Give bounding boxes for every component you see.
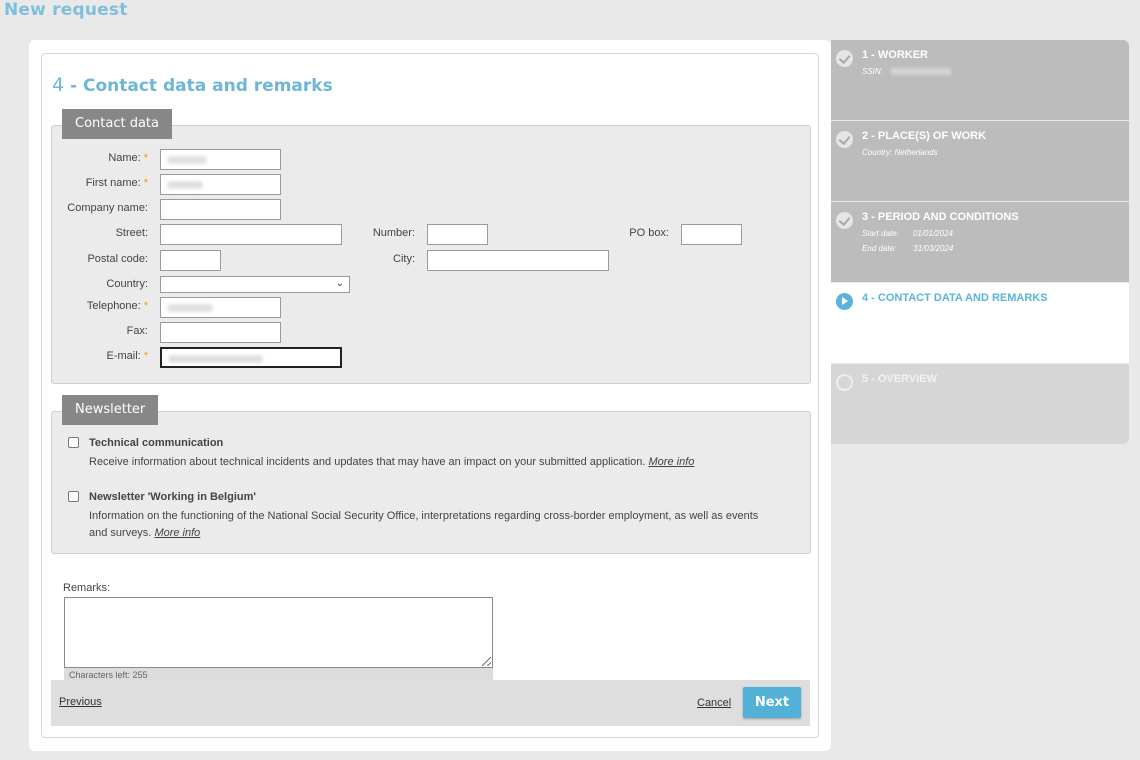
step-contact-data[interactable]: 4 - CONTACT DATA AND REMARKS [831, 283, 1129, 363]
step-worker[interactable]: 1 - WORKER SSIN: [831, 40, 1129, 120]
fax-input[interactable] [160, 322, 281, 343]
blurred-value [167, 304, 213, 312]
step-period-and-conditions[interactable]: 3 - PERIOD AND CONDITIONS Start date: 01/… [831, 202, 1129, 282]
technical-communication-description: Receive information about technical inci… [89, 456, 646, 468]
number-input[interactable] [427, 224, 488, 245]
telephone-label: Telephone: * [52, 300, 148, 312]
blurred-value [167, 156, 207, 164]
step-meta: SSIN: [862, 67, 951, 76]
technical-communication-title: Technical communication [89, 437, 224, 449]
page-title: New request [4, 0, 128, 20]
working-in-belgium-title: Newsletter 'Working in Belgium' [89, 491, 256, 503]
action-bar: Previous Cancel Next [51, 680, 810, 726]
postal-code-input[interactable] [160, 250, 221, 271]
step-title: 5 - OVERVIEW [862, 373, 937, 385]
previous-button[interactable]: Previous [59, 696, 102, 708]
first-name-input[interactable] [160, 174, 281, 195]
name-label-text: Name: [108, 152, 141, 164]
required-marker: * [143, 350, 148, 362]
technical-communication-checkbox[interactable] [68, 437, 79, 448]
street-input[interactable] [160, 224, 342, 245]
required-marker: * [143, 177, 148, 189]
more-info-link[interactable]: More info [649, 456, 695, 468]
resize-grip-icon[interactable] [482, 657, 491, 666]
required-marker: * [143, 152, 148, 164]
blurred-value [167, 181, 203, 189]
empty-circle-icon [836, 374, 853, 391]
main-panel: 4 - Contact data and remarks Contact dat… [29, 40, 831, 751]
company-name-input[interactable] [160, 199, 281, 220]
form-heading-number: 4 [52, 74, 65, 96]
check-icon [836, 212, 853, 229]
start-date-value: 01/01/2024 [912, 229, 953, 238]
end-date-value: 31/03/2024 [913, 244, 954, 253]
blurred-value [168, 355, 263, 363]
ssin-label: SSIN: [862, 67, 883, 76]
country-label: Country: [106, 278, 148, 290]
name-input[interactable] [160, 149, 281, 170]
step-meta-end: End date: 31/03/2024 [862, 244, 953, 253]
chevron-down-icon: ⌄ [335, 278, 344, 289]
fax-label: Fax: [126, 325, 148, 337]
remarks-textarea[interactable] [64, 597, 493, 668]
step-meta-start: Start date: 01/01/2024 [862, 229, 953, 238]
next-button[interactable]: Next [743, 687, 801, 718]
telephone-label-text: Telephone: [86, 300, 141, 312]
newsletter-section: Newsletter Technical communication Recei… [51, 395, 811, 554]
newsletter-tab: Newsletter [62, 395, 159, 425]
remarks-label: Remarks: [63, 582, 111, 594]
contact-data-tab: Contact data [62, 109, 172, 139]
end-date-label: End date: [862, 244, 897, 253]
contact-data-section: Contact data Name: * First name: * Company… [51, 109, 811, 384]
more-info-link[interactable]: More info [154, 527, 200, 539]
step-overview[interactable]: 5 - OVERVIEW [831, 364, 1129, 444]
working-in-belgium-text: Information on the functioning of the Na… [89, 508, 779, 542]
check-icon [836, 131, 853, 148]
city-label: City: [393, 253, 415, 265]
form-heading: 4 - Contact data and remarks [52, 74, 333, 96]
first-name-label-text: First name: [85, 177, 141, 189]
company-name-label: Company name: [67, 202, 148, 214]
step-title: 3 - PERIOD AND CONDITIONS [862, 211, 1019, 223]
po-box-input[interactable] [681, 224, 742, 245]
form-heading-text: - Contact data and remarks [70, 76, 333, 96]
first-name-label: First name: * [52, 177, 148, 189]
start-date-label: Start date: [862, 229, 899, 238]
technical-communication-text: Receive information about technical inci… [89, 454, 789, 471]
steps-sidebar: 1 - WORKER SSIN: 2 - PLACE(S) OF WORK Co… [831, 40, 1129, 444]
play-icon [836, 293, 853, 310]
po-box-label: PO box: [629, 227, 669, 239]
step-meta: Country: Netherlands [862, 148, 938, 157]
country-select[interactable]: ⌄ [160, 276, 350, 293]
number-label: Number: [372, 227, 415, 239]
required-marker: * [143, 300, 148, 312]
email-label-text: E-mail: [106, 350, 141, 362]
city-input[interactable] [427, 250, 609, 271]
email-input[interactable] [160, 347, 342, 368]
step-title: 2 - PLACE(S) OF WORK [862, 130, 987, 142]
working-in-belgium-checkbox[interactable] [68, 491, 79, 502]
step-places-of-work[interactable]: 2 - PLACE(S) OF WORK Country: Netherland… [831, 121, 1129, 201]
email-label: E-mail: * [52, 350, 148, 362]
postal-code-label: Postal code: [87, 253, 148, 265]
form-frame: 4 - Contact data and remarks Contact dat… [41, 53, 819, 738]
step-title: 4 - CONTACT DATA AND REMARKS [862, 292, 1048, 304]
telephone-input[interactable] [160, 297, 281, 318]
check-icon [836, 50, 853, 67]
name-label: Name: * [52, 152, 148, 164]
cancel-button[interactable]: Cancel [697, 697, 731, 709]
step-title: 1 - WORKER [862, 49, 928, 61]
blurred-value [890, 68, 951, 76]
street-label: Street: [115, 227, 148, 239]
